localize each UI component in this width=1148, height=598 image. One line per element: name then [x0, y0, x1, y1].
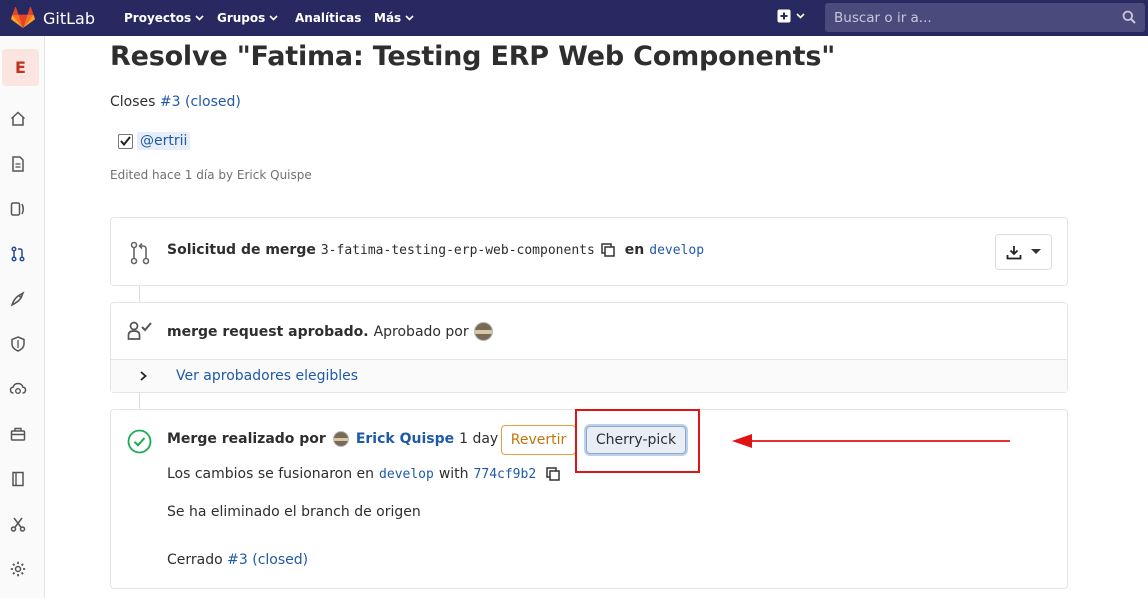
with-text: with — [438, 466, 469, 482]
merged-into-text: Los cambios se fusionaron en — [167, 466, 375, 482]
search-icon — [1122, 10, 1136, 24]
target-branch-link[interactable]: develop — [649, 243, 704, 258]
merge-request-icon — [130, 241, 150, 265]
edited-note: Edited hace 1 día by Erick Quispe — [110, 168, 312, 182]
operations-icon[interactable] — [9, 380, 27, 398]
mr-branch-card: Solicitud de merge 3-fatima-testing-erp-… — [110, 217, 1068, 286]
chevron-down-icon — [269, 15, 278, 21]
snippets-icon[interactable] — [9, 515, 27, 533]
issues-icon[interactable] — [9, 200, 27, 218]
merger-avatar[interactable] — [332, 431, 349, 447]
connector-line — [139, 286, 140, 302]
gitlab-logo[interactable]: GitLab — [11, 7, 95, 29]
closes-prefix: Closes — [110, 94, 156, 110]
nav-analytics[interactable]: Analíticas — [295, 11, 361, 25]
annotation-highlight-box — [575, 409, 700, 473]
ci-cd-icon[interactable] — [9, 290, 27, 308]
merged-into-line: Los cambios se fusionaron en develop wit… — [167, 466, 560, 482]
approval-status: merge request aprobado. Aprobado por — [167, 322, 493, 341]
connector-line — [139, 393, 140, 409]
nav-projects-label: Proyectos — [124, 11, 192, 25]
search-input[interactable]: Buscar o ir a... — [825, 3, 1145, 32]
nav-analytics-label: Analíticas — [295, 11, 362, 25]
nav-projects[interactable]: Proyectos — [124, 11, 204, 25]
settings-icon[interactable] — [9, 560, 27, 578]
chevron-down-icon — [405, 15, 414, 21]
closed-issue-link[interactable]: #3 (closed) — [227, 552, 308, 568]
chevron-right-icon — [140, 371, 147, 381]
task-checkbox[interactable] — [118, 133, 133, 149]
view-approvers-link[interactable]: Ver aprobadores elegibles — [176, 368, 358, 384]
brand-name: GitLab — [43, 8, 95, 28]
chevron-down-icon — [195, 15, 204, 21]
download-dropdown-button[interactable] — [995, 234, 1052, 270]
new-dropdown-button[interactable] — [777, 9, 805, 23]
merged-by-label: Merge realizado por — [167, 431, 326, 447]
chevron-down-icon — [796, 13, 805, 19]
wiki-icon[interactable] — [9, 470, 27, 488]
home-icon[interactable] — [9, 110, 27, 128]
approver-avatar[interactable] — [473, 322, 493, 341]
approval-card: merge request aprobado. Aprobado por Ver… — [110, 302, 1068, 393]
nav-groups-label: Grupos — [217, 11, 266, 25]
merged-into-branch-link[interactable]: develop — [379, 467, 434, 482]
gitlab-tanuki-icon — [11, 7, 35, 28]
merged-by-line: Merge realizado por Erick Quispe 1 day a… — [167, 431, 529, 447]
source-branch: 3-fatima-testing-erp-web-components — [320, 242, 595, 258]
request-label: Solicitud de merge — [167, 242, 316, 258]
nav-more-label: Más — [374, 11, 402, 25]
repository-icon[interactable] — [9, 155, 27, 173]
user-mention[interactable]: @ertrii — [137, 132, 191, 150]
caret-down-icon — [1030, 249, 1041, 254]
view-approvers-row[interactable]: Ver aprobadores elegibles — [111, 359, 1067, 392]
project-sidebar: E — [0, 36, 45, 598]
closes-issue-link[interactable]: #3 (closed) — [160, 94, 241, 110]
success-check-icon — [127, 429, 152, 454]
mr-branch-info: Solicitud de merge 3-fatima-testing-erp-… — [167, 242, 704, 258]
merge-requests-icon[interactable] — [9, 245, 27, 263]
nav-more[interactable]: Más — [374, 11, 414, 25]
closed-prefix: Cerrado — [167, 552, 223, 568]
approval-icon — [127, 321, 152, 340]
search-placeholder: Buscar o ir a... — [834, 9, 932, 26]
approval-strong: merge request aprobado. — [167, 323, 369, 340]
source-branch-deleted: Se ha eliminado el branch de origen — [167, 504, 421, 520]
copy-icon[interactable] — [546, 467, 560, 481]
project-avatar[interactable]: E — [2, 49, 39, 86]
security-icon[interactable] — [9, 335, 27, 353]
packages-icon[interactable] — [9, 425, 27, 443]
annotation-arrow-icon — [732, 434, 1010, 448]
approval-text: Aprobado por — [373, 323, 469, 340]
closes-line: Closes #3 (closed) — [110, 94, 241, 110]
main-content: Resolve "Fatima: Testing ERP Web Compone… — [45, 36, 1148, 598]
task-list-item: @ertrii — [118, 132, 191, 150]
page-title: Resolve "Fatima: Testing ERP Web Compone… — [110, 41, 836, 72]
checkmark-icon — [120, 136, 131, 146]
copy-icon[interactable] — [601, 243, 615, 257]
top-navbar: GitLab Proyectos Grupos Analíticas Más B… — [0, 0, 1148, 36]
download-icon — [1006, 245, 1022, 259]
closed-line: Cerrado #3 (closed) — [167, 552, 308, 568]
commit-sha-link[interactable]: 774cf9b2 — [474, 467, 537, 482]
nav-groups[interactable]: Grupos — [217, 11, 278, 25]
plus-square-icon — [777, 9, 791, 23]
merger-user-link[interactable]: Erick Quispe — [356, 431, 454, 447]
revert-button[interactable]: Revertir — [501, 425, 576, 455]
en-label: en — [624, 242, 645, 258]
